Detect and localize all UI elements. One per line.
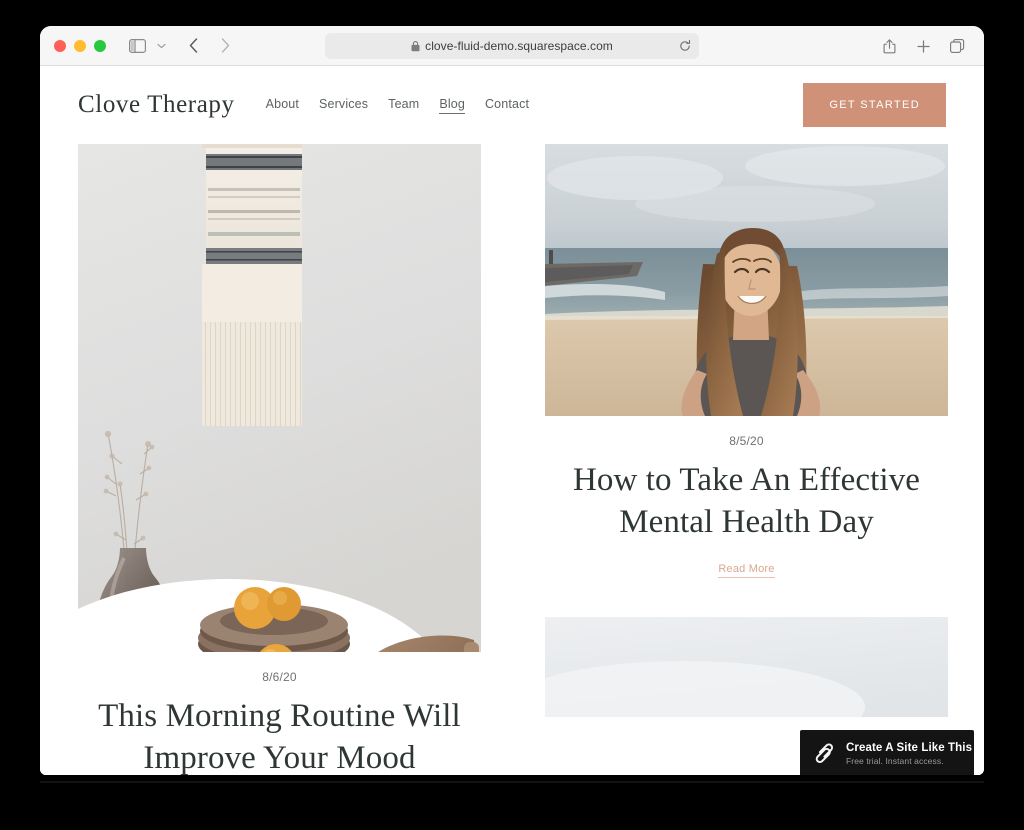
reload-icon[interactable] [679, 40, 691, 52]
promo-title: Create A Site Like This [846, 742, 973, 754]
back-button[interactable] [180, 34, 206, 58]
nav-item-contact[interactable]: Contact [485, 97, 529, 114]
chevron-down-icon[interactable] [152, 34, 170, 58]
main-navigation: About Services Team Blog Contact [266, 97, 530, 114]
squarespace-logo-icon [812, 742, 836, 766]
blog-post-title[interactable]: How to Take An Effective Mental Health D… [545, 459, 948, 543]
smiling-woman-on-beach-photo[interactable] [545, 144, 948, 416]
url-text: clove-fluid-demo.squarespace.com [425, 39, 613, 53]
blog-post-card: 8/6/20 This Morning Routine Will Improve… [78, 144, 481, 775]
toolbar-left-controls [124, 34, 238, 58]
nav-item-team[interactable]: Team [388, 97, 419, 114]
plus-icon[interactable] [910, 34, 936, 58]
window-bottom-edge [40, 778, 984, 788]
site-header: Clove Therapy About Services Team Blog C… [40, 66, 984, 144]
close-window-button[interactable] [54, 39, 66, 52]
blog-post-card: 8/5/20 How to Take An Effective Mental H… [545, 144, 948, 579]
promo-subtitle: Free trial. Instant access. [846, 756, 944, 766]
blog-grid: 8/6/20 This Morning Routine Will Improve… [40, 144, 984, 775]
forward-button[interactable] [212, 34, 238, 58]
lock-icon [411, 40, 420, 52]
browser-window: clove-fluid-demo.squarespace.com Clove T… [40, 26, 984, 775]
read-more-link[interactable]: Read More [545, 559, 948, 579]
nav-item-about[interactable]: About [266, 97, 299, 114]
blog-post-card [545, 617, 948, 718]
squarespace-promo-badge[interactable]: Create A Site Like This Free trial. Inst… [800, 730, 974, 775]
blog-column-right: 8/5/20 How to Take An Effective Mental H… [545, 144, 948, 775]
woven-wall-hanging-dining-table-photo[interactable] [78, 144, 481, 652]
blog-column-left: 8/6/20 This Morning Routine Will Improve… [78, 144, 481, 775]
read-more-label: Read More [718, 563, 775, 579]
blog-post-date: 8/6/20 [262, 670, 297, 684]
nav-item-services[interactable]: Services [319, 97, 368, 114]
tab-overview-icon[interactable] [944, 34, 970, 58]
browser-toolbar: clove-fluid-demo.squarespace.com [40, 26, 984, 66]
pale-gray-photo[interactable] [545, 617, 948, 718]
window-traffic-lights [54, 39, 106, 52]
get-started-button[interactable]: GET STARTED [803, 83, 946, 127]
web-page-content: Clove Therapy About Services Team Blog C… [40, 66, 984, 775]
minimize-window-button[interactable] [74, 39, 86, 52]
toolbar-right-controls [876, 26, 970, 66]
site-logo[interactable]: Clove Therapy [78, 91, 235, 119]
address-bar[interactable]: clove-fluid-demo.squarespace.com [325, 33, 699, 59]
sidebar-icon[interactable] [124, 34, 150, 58]
nav-item-blog[interactable]: Blog [439, 97, 465, 114]
squarespace-promo-text: Create A Site Like This Free trial. Inst… [846, 742, 972, 766]
blog-post-date: 8/5/20 [729, 434, 764, 448]
share-icon[interactable] [876, 34, 902, 58]
blog-post-title[interactable]: This Morning Routine Will Improve Your M… [78, 695, 481, 775]
maximize-window-button[interactable] [94, 39, 106, 52]
